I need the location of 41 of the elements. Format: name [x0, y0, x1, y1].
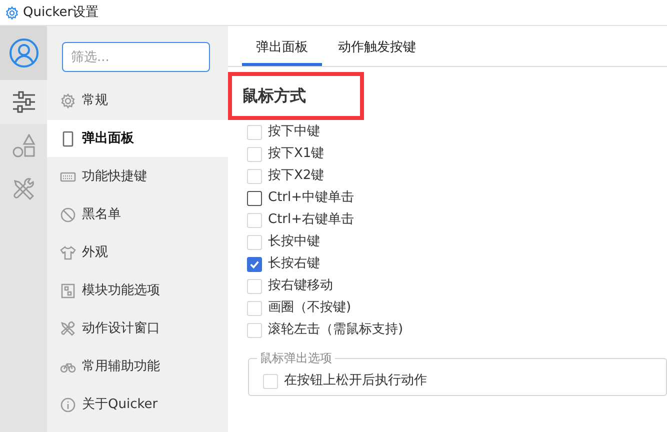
- check-icon: [249, 258, 260, 270]
- nav-item[interactable]: 功能快捷键: [47, 158, 228, 195]
- window-title: Quicker设置: [23, 4, 99, 22]
- checkbox-option[interactable]: 画圈（不按键): [247, 297, 667, 319]
- page-icon: [60, 130, 76, 146]
- nav-item[interactable]: 动作设计窗口: [47, 310, 228, 347]
- checkbox[interactable]: [247, 190, 262, 206]
- checkbox-option[interactable]: 在按钮上松开后执行动作: [263, 369, 652, 393]
- shapes-icon[interactable]: [12, 134, 36, 158]
- checkbox-option[interactable]: 按下X1键: [247, 143, 667, 165]
- tab[interactable]: 动作触发按键: [324, 33, 430, 66]
- checkbox-checked[interactable]: [247, 256, 262, 272]
- user-icon[interactable]: [8, 38, 38, 68]
- blocked-icon: [60, 206, 76, 222]
- checkbox-option[interactable]: 按右键移动: [247, 275, 667, 297]
- tools-icon: [60, 320, 76, 336]
- checkbox-option[interactable]: 按下X2键: [247, 165, 667, 187]
- checkbox-option[interactable]: 滚轮左击（需鼠标支持): [247, 319, 667, 341]
- shirt-icon: [60, 244, 76, 260]
- tools-icon[interactable]: [12, 178, 36, 202]
- nav-item[interactable]: 常规: [47, 82, 228, 119]
- nav-item[interactable]: 弹出面板: [47, 120, 228, 157]
- nav-item[interactable]: 关于Quicker: [47, 386, 228, 423]
- gear-icon: [60, 92, 76, 108]
- checkbox-option[interactable]: Ctrl+右键单击: [247, 209, 667, 231]
- info-icon: [60, 396, 76, 412]
- checkbox-option[interactable]: 长按右键: [247, 253, 667, 275]
- section-title: 鼠标方式: [242, 86, 306, 105]
- nav-item[interactable]: 黑名单: [47, 196, 228, 233]
- checkbox-option[interactable]: 长按中键: [247, 231, 667, 253]
- group-title: 鼠标弹出选项: [259, 350, 333, 367]
- checkbox-option[interactable]: 按下中键: [247, 121, 667, 143]
- checkbox-option[interactable]: Ctrl+中键单击: [247, 187, 667, 209]
- sliders-icon[interactable]: [12, 91, 36, 113]
- nav-item[interactable]: 模块功能选项: [47, 272, 228, 309]
- settings-icon: [5, 6, 19, 20]
- filter-field[interactable]: 筛选...: [62, 42, 210, 72]
- nav-item[interactable]: 常用辅助功能: [47, 348, 228, 385]
- module-icon: [60, 282, 76, 298]
- tab[interactable]: 弹出面板: [242, 33, 322, 66]
- nav-item[interactable]: 外观: [47, 234, 228, 271]
